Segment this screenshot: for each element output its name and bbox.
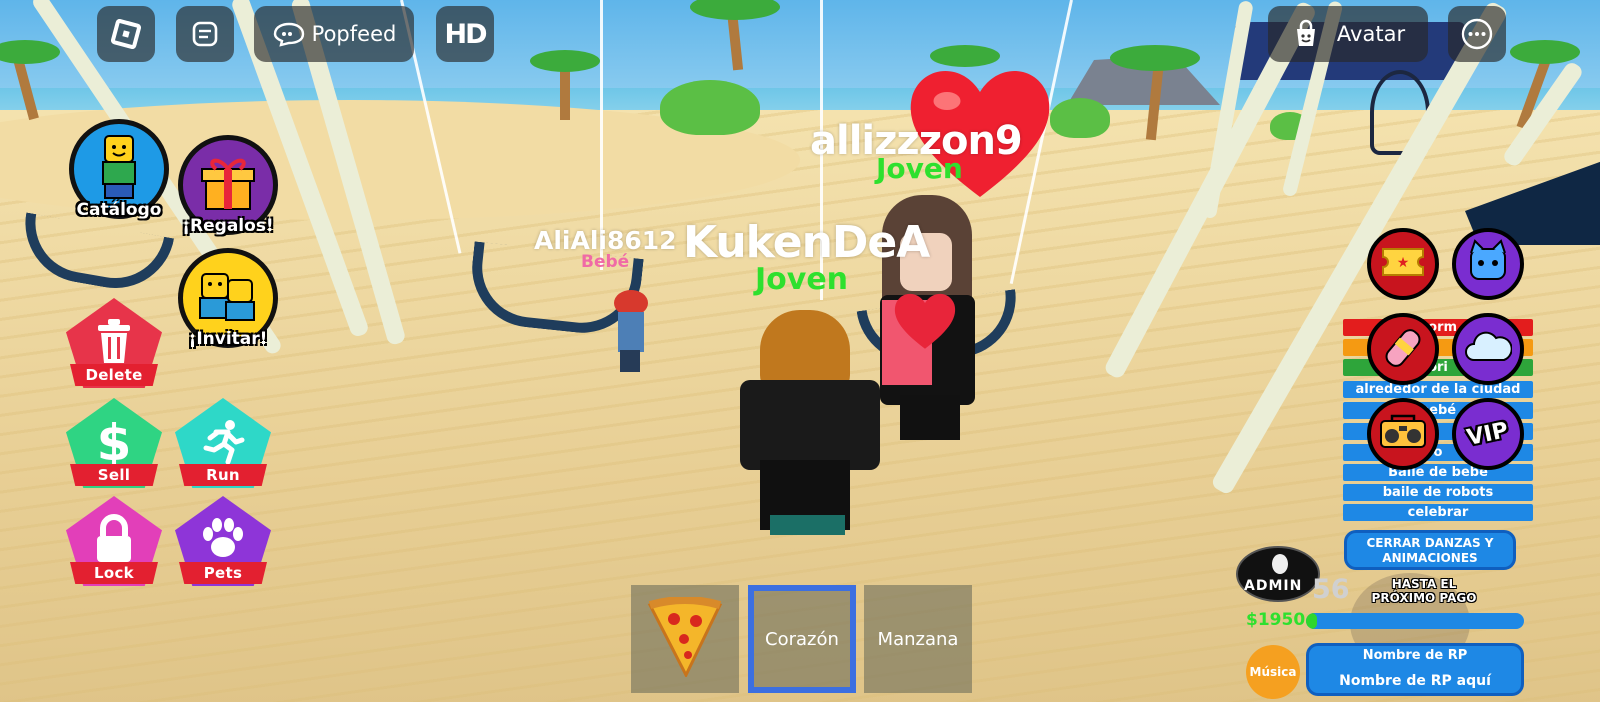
admin-badge[interactable]: ADMIN bbox=[1236, 546, 1320, 602]
more-icon bbox=[1460, 17, 1494, 51]
hotbar-slot-pizza[interactable] bbox=[631, 585, 739, 693]
popfeed-icon bbox=[272, 21, 306, 47]
pet-icon bbox=[1465, 239, 1511, 289]
cloud-icon bbox=[1464, 330, 1513, 368]
hotbar-slot-label: Corazón bbox=[765, 628, 839, 650]
vip-button[interactable]: VIP bbox=[1452, 398, 1524, 470]
invite-button[interactable]: ¡Invitar! bbox=[178, 248, 278, 349]
player-age-label: Joven bbox=[876, 152, 963, 185]
lock-icon bbox=[92, 514, 136, 568]
hotbar-slot-label: Manzana bbox=[877, 628, 959, 650]
running-person-icon bbox=[200, 418, 246, 468]
lock-button[interactable]: Lock bbox=[66, 496, 162, 588]
pay-progress-fill bbox=[1306, 613, 1317, 629]
player-age-label: Joven bbox=[755, 262, 849, 297]
dollar-icon: $ bbox=[96, 414, 132, 472]
dance-item[interactable]: Baile de bebé bbox=[1343, 464, 1533, 481]
catalog-label: Catálogo bbox=[76, 200, 162, 220]
avatar-label: Avatar bbox=[1336, 22, 1406, 46]
sell-label: Sell bbox=[70, 464, 158, 486]
hotbar-slot-heart[interactable]: Corazón bbox=[748, 585, 856, 693]
boombox-icon bbox=[1378, 413, 1428, 455]
trash-icon bbox=[92, 317, 136, 369]
avatar-button[interactable]: Avatar bbox=[1268, 6, 1428, 62]
hotbar-slot-apple[interactable]: Manzana bbox=[864, 585, 972, 693]
admin-avatar-icon bbox=[1272, 554, 1288, 574]
more-options-button[interactable] bbox=[1448, 6, 1506, 62]
roblox-menu-button[interactable] bbox=[97, 6, 155, 62]
player-name-label: KukenDeA bbox=[683, 217, 930, 268]
player-age-label: Bebé bbox=[581, 252, 630, 272]
gift-icon bbox=[198, 153, 258, 217]
popfeed-button[interactable]: Popfeed bbox=[254, 6, 414, 62]
held-heart-icon bbox=[890, 290, 960, 350]
paint-icon bbox=[1380, 324, 1426, 374]
hd-icon: HD bbox=[444, 18, 487, 50]
paint-button[interactable] bbox=[1367, 313, 1439, 385]
pizza-icon bbox=[646, 595, 724, 682]
admin-label: ADMIN bbox=[1244, 578, 1303, 594]
catalog-avatar-icon bbox=[91, 132, 147, 206]
invite-friends-icon bbox=[196, 268, 260, 328]
hd-button[interactable]: HD bbox=[436, 6, 494, 62]
vip-icon: VIP bbox=[1465, 417, 1511, 451]
close-dances-button[interactable]: CERRAR DANZAS Y ANIMACIONES bbox=[1344, 530, 1516, 570]
dance-item[interactable]: baile de robots bbox=[1343, 484, 1533, 501]
run-label: Run bbox=[179, 464, 267, 486]
music-label: Música bbox=[1249, 665, 1297, 679]
next-pay-label: HASTA EL PRÓXIMO PAGO bbox=[1371, 577, 1477, 605]
pets-button[interactable]: Pets bbox=[175, 496, 271, 588]
player-name-label: AliAli8612 bbox=[534, 226, 677, 255]
money-label: $1950 bbox=[1246, 610, 1306, 630]
rp-name-input[interactable] bbox=[1306, 668, 1524, 696]
music-radio-button[interactable] bbox=[1367, 398, 1439, 470]
roblox-logo-icon bbox=[111, 19, 141, 49]
player-avatar-kukendea[interactable] bbox=[740, 310, 890, 540]
chat-button[interactable] bbox=[176, 6, 234, 62]
pets-label: Pets bbox=[179, 562, 267, 584]
gifts-label: ¡Regalos! bbox=[182, 216, 274, 236]
ticket-button[interactable]: ★ bbox=[1367, 228, 1439, 300]
rp-name-title: Nombre de RP bbox=[1306, 643, 1524, 669]
weather-button[interactable] bbox=[1452, 313, 1524, 385]
ticket-icon: ★ bbox=[1379, 245, 1427, 283]
invite-label: ¡Invitar! bbox=[188, 329, 268, 349]
pay-progress-bar bbox=[1306, 613, 1524, 629]
player-avatar-alial8612[interactable] bbox=[610, 290, 650, 380]
delete-label: Delete bbox=[70, 364, 158, 386]
catalog-button[interactable]: Catálogo bbox=[69, 119, 169, 220]
bush bbox=[1050, 98, 1110, 138]
paw-icon bbox=[199, 517, 247, 565]
svg-text:★: ★ bbox=[1397, 255, 1410, 271]
run-button[interactable]: Run bbox=[175, 398, 271, 490]
payday-timer: 56 bbox=[1312, 574, 1350, 605]
gifts-button[interactable]: ¡Regalos! bbox=[178, 135, 278, 236]
delete-button[interactable]: Delete bbox=[66, 298, 162, 390]
music-button[interactable]: Música bbox=[1246, 645, 1300, 699]
dance-item[interactable]: celebrar bbox=[1343, 504, 1533, 521]
shopping-bag-icon bbox=[1291, 19, 1321, 49]
chat-icon bbox=[190, 19, 220, 49]
sell-button[interactable]: $ Sell bbox=[66, 398, 162, 490]
bush bbox=[660, 80, 760, 135]
lock-label: Lock bbox=[70, 562, 158, 584]
dance-item[interactable]: alrededor de la ciudad bbox=[1343, 381, 1533, 398]
popfeed-label: Popfeed bbox=[311, 22, 397, 46]
pet-shop-button[interactable] bbox=[1452, 228, 1524, 300]
